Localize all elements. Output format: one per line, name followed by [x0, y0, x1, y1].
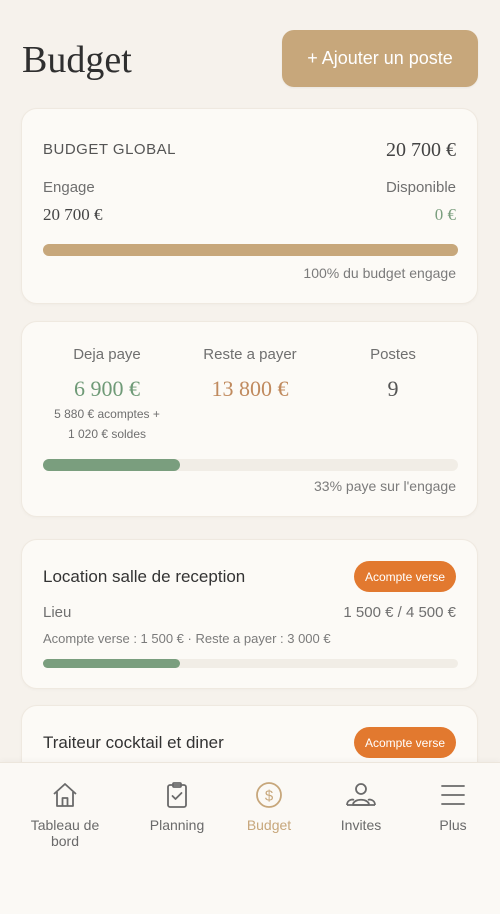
- nav-dashboard[interactable]: Tableau de bord: [15, 781, 115, 849]
- menu-icon: [441, 785, 465, 805]
- home-icon: [53, 783, 77, 807]
- nav-budget[interactable]: $ Budget: [219, 781, 319, 833]
- nav-guests-label: Invites: [340, 817, 382, 833]
- bottom-nav: Tableau de bord Planning $ Budget Invite…: [0, 762, 500, 914]
- payment-summary-card: Deja paye 6 900 € 5 880 € acomptes + 1 0…: [21, 321, 478, 517]
- items-count-value: 9: [387, 376, 399, 401]
- nav-budget-label: Budget: [246, 817, 292, 833]
- item-category: Lieu: [43, 604, 72, 621]
- global-progress-fill: [43, 244, 458, 256]
- header: Budget + Ajouter un poste: [0, 0, 500, 100]
- add-item-button[interactable]: + Ajouter un poste: [282, 30, 478, 87]
- available-value: 0 €: [434, 205, 456, 224]
- items-count-label: Postes: [370, 346, 416, 363]
- item-title: Traiteur cocktail et diner: [43, 733, 224, 752]
- available-label: Disponible: [385, 179, 456, 196]
- payment-progress-bar: [43, 459, 458, 471]
- budget-item-card[interactable]: Location salle de reception Acompte vers…: [21, 539, 478, 689]
- engaged-label: Engage: [43, 179, 95, 196]
- global-progress-bar: [43, 244, 458, 256]
- nav-dashboard-label: Tableau de bord: [30, 817, 100, 849]
- item-title: Location salle de reception: [43, 567, 246, 586]
- payment-progress-fill: [43, 459, 180, 471]
- nav-more[interactable]: Plus: [403, 781, 500, 833]
- nav-planning-label: Planning: [149, 817, 205, 833]
- global-progress-text: 100% du budget engage: [303, 265, 456, 281]
- item-status-badge: Acompte verse: [353, 727, 456, 758]
- clipboard-check-icon: [167, 782, 187, 808]
- global-budget-title: BUDGET GLOBAL: [43, 141, 176, 158]
- global-budget-total: 20 700 €: [386, 139, 456, 161]
- global-budget-card: BUDGET GLOBAL 20 700 € Engage 20 700 € D…: [21, 108, 478, 304]
- paid-detail-deposits: 5 880 € acomptes +: [54, 407, 160, 421]
- paid-detail-balances: 1 020 € soldes: [67, 427, 147, 441]
- nav-more-label: Plus: [439, 817, 467, 833]
- dollar-circle-icon: $: [256, 782, 282, 808]
- users-icon: [346, 783, 376, 806]
- item-progress-bar: [43, 659, 458, 668]
- engaged-value: 20 700 €: [43, 205, 103, 224]
- item-amounts: 1 500 € / 4 500 €: [343, 604, 456, 621]
- item-detail: Acompte verse : 1 500 € · Reste a payer …: [43, 631, 331, 646]
- nav-guests[interactable]: Invites: [311, 781, 411, 833]
- item-progress-fill: [43, 659, 180, 668]
- page-title: Budget: [22, 39, 132, 81]
- payment-progress-text: 33% paye sur l'engage: [314, 478, 456, 494]
- nav-planning[interactable]: Planning: [127, 781, 227, 833]
- svg-text:$: $: [265, 788, 274, 805]
- item-status-badge: Acompte verse: [353, 561, 456, 592]
